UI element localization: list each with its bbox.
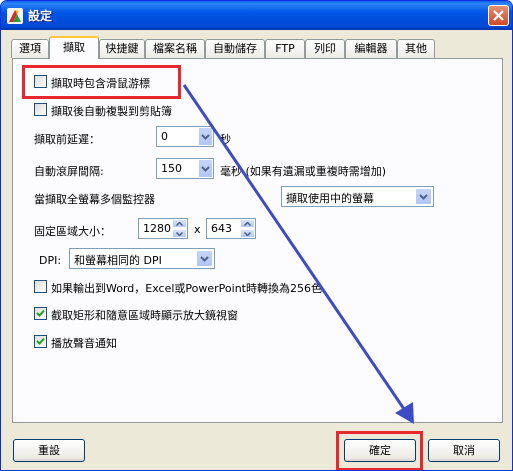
reset-button[interactable]: 重設 [13,439,85,462]
scroll-interval-dropdown-button[interactable] [198,159,213,178]
magnifier-label[interactable]: 截取矩形和隨意區域時顯示放大鏡視窗 [51,307,238,323]
app-icon [7,8,23,24]
fixed-area-label: 固定區域大小： [34,225,111,238]
checkmark-icon [36,337,45,345]
tab-editor[interactable]: 編輯器 [345,39,397,58]
tab-capture[interactable]: 擷取 [49,36,99,59]
multi-monitor-selected: 擷取使用中的螢幕 [286,192,374,205]
fixed-height-up-button[interactable] [240,219,255,228]
tab-autosave[interactable]: 自動儲存 [205,39,265,58]
tab-print[interactable]: 列印 [305,39,345,58]
copy-clipboard-checkbox[interactable] [34,103,47,116]
dpi-select[interactable]: 和螢幕相同的 DPI [69,248,215,269]
fixed-height-spinner[interactable]: 643 [206,218,256,239]
delay-label: 擷取前延遲： [34,133,100,146]
scroll-interval-value[interactable]: 150 [161,162,182,175]
close-button[interactable] [488,5,509,26]
close-icon [493,10,504,21]
convert-256-checkbox[interactable] [34,280,47,293]
fixed-width-down-button[interactable] [172,229,187,238]
multi-monitor-dropdown-button[interactable] [415,188,432,205]
fixed-width-value[interactable]: 1280 [143,222,171,235]
chevron-up-icon [176,222,183,226]
chevron-down-icon [200,256,209,262]
fixed-width-spinner[interactable]: 1280 [138,218,188,239]
scroll-interval-label: 自動滾屏間隔: [34,165,104,178]
fixed-height-down-button[interactable] [240,229,255,238]
fixed-height-value[interactable]: 643 [211,222,232,235]
title-bar[interactable]: 設定 [1,1,512,30]
include-cursor-checkbox[interactable] [34,75,47,88]
tab-options[interactable]: 選項 [11,39,49,58]
include-cursor-label[interactable]: 擷取時包含滑鼠游標 [51,75,150,91]
chevron-up-icon [244,222,251,226]
chevron-down-icon [201,134,210,140]
scroll-interval-unit: 毫秒 (如果有遺漏或重複時需增加) [220,165,387,178]
delay-value[interactable]: 0 [161,130,168,143]
convert-256-label[interactable]: 如果輸出到Word，Excel或PowerPoint時轉換為256色 [51,280,322,296]
fixed-width-up-button[interactable] [172,219,187,228]
tab-ftp[interactable]: FTP [265,39,305,58]
copy-clipboard-label[interactable]: 擷取後自動複製到剪貼簿 [51,103,172,119]
chevron-down-icon [201,166,210,172]
delay-dropdown-button[interactable] [198,127,213,146]
cancel-button[interactable]: 取消 [428,439,500,462]
play-sound-checkbox[interactable] [34,335,47,348]
settings-dialog: 設定 選項 擷取 快捷鍵 檔案名稱 自動儲存 FTP 列印 編輯器 其他 擷取時… [0,0,513,471]
tab-hotkeys[interactable]: 快捷鍵 [99,39,145,58]
dpi-selected: 和螢幕相同的 DPI [74,254,162,267]
dpi-dropdown-button[interactable] [196,250,213,267]
window-title: 設定 [28,9,53,23]
delay-unit: 秒 [220,133,231,146]
multi-monitor-select[interactable]: 擷取使用中的螢幕 [281,186,434,207]
tab-filename[interactable]: 檔案名稱 [145,39,205,58]
scroll-interval-spinner[interactable]: 150 [156,158,214,179]
magnifier-checkbox[interactable] [34,307,47,320]
checkmark-icon [36,309,45,317]
ok-button[interactable]: 確定 [344,439,416,462]
play-sound-label[interactable]: 播放聲音通知 [51,335,117,351]
chevron-down-icon [419,194,428,200]
chevron-down-icon [176,232,183,236]
tab-other[interactable]: 其他 [397,39,435,58]
delay-spinner[interactable]: 0 [156,126,214,147]
dpi-label: DPI: [39,254,62,267]
multi-monitor-label: 當擷取全螢幕多個監控器 [34,193,155,206]
fixed-area-separator: x [194,223,201,236]
chevron-down-icon [244,232,251,236]
